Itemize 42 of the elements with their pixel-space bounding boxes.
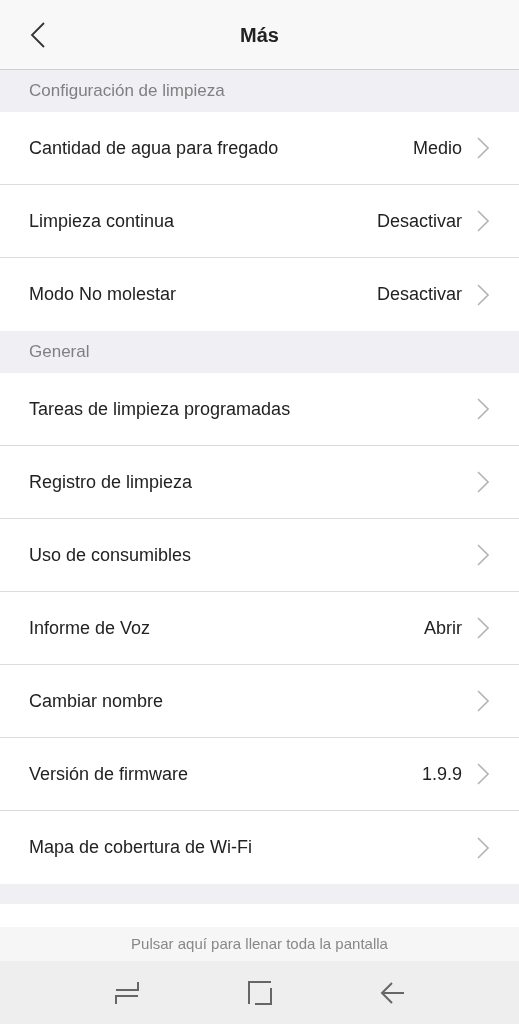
settings-row[interactable]: Modo No molestar Desactivar (0, 258, 519, 331)
chevron-icon (477, 137, 489, 159)
chevron-icon (477, 544, 489, 566)
chevron-icon (477, 471, 489, 493)
row-value: 1.9.9 (421, 762, 462, 786)
page-title: Más (240, 22, 279, 48)
settings-row[interactable]: Mapa de cobertura de Wi-Fi (0, 811, 519, 884)
settings-row[interactable]: Informe de Voz Abrir (0, 592, 519, 665)
row-label: Limpieza continua (29, 209, 176, 233)
chevron-icon (477, 763, 489, 785)
recents-icon[interactable] (113, 979, 140, 1006)
settings-row[interactable]: Registro de limpieza (0, 446, 519, 519)
row-label: Cantidad de agua para fregado (29, 136, 280, 160)
back-arrow-icon[interactable] (379, 979, 406, 1006)
row-label: Uso de consumibles (29, 543, 193, 567)
chevron-icon (477, 617, 489, 639)
row-value: Medio (412, 136, 462, 160)
row-value: Desactivar (376, 283, 462, 306)
row-value: Abrir (424, 616, 462, 640)
row-value: Desactivar (376, 209, 462, 233)
settings-row[interactable]: Uso de consumibles (0, 519, 519, 592)
settings-row[interactable]: Cantidad de agua para fregado Medio (0, 112, 519, 185)
back-icon (30, 20, 46, 49)
row-label: Registro de limpieza (29, 470, 194, 494)
row-label: Versión de firmware (29, 762, 190, 786)
chevron-icon (477, 283, 489, 306)
settings-row[interactable]: Cambiar nombre (0, 665, 519, 738)
chevron-icon (477, 690, 489, 712)
settings-row[interactable]: Versión de firmware 1.9.9 (0, 738, 519, 811)
row-label: Cambiar nombre (29, 689, 165, 713)
section-header: Configuración de limpieza (29, 80, 225, 103)
settings-row[interactable]: Limpieza continua Desactivar (0, 185, 519, 258)
settings-row[interactable]: Tareas de limpieza programadas (0, 373, 519, 446)
chevron-icon (477, 210, 489, 232)
row-label: Tareas de limpieza programadas (29, 397, 292, 421)
home-icon[interactable] (246, 979, 273, 1006)
section-header: General (29, 341, 90, 364)
row-label: Informe de Voz (29, 616, 152, 640)
row-label: Modo No molestar (29, 283, 178, 306)
row-label: Mapa de cobertura de Wi-Fi (29, 836, 254, 859)
chevron-icon (477, 398, 489, 420)
chevron-icon (477, 836, 489, 859)
